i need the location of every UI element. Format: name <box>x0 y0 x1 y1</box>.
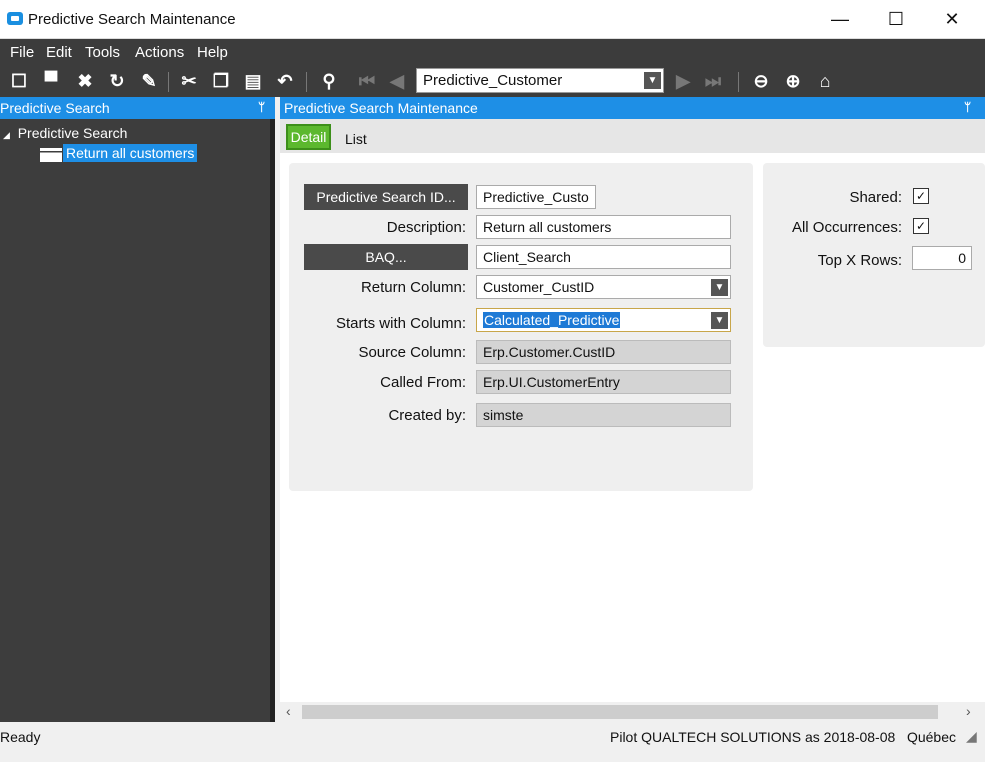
toolbar-separator <box>168 72 169 92</box>
menu-help[interactable]: Help <box>197 44 228 61</box>
close-button[interactable]: ✕ <box>924 0 980 38</box>
forward-icon[interactable]: ⊕ <box>782 70 804 92</box>
top-x-rows-field[interactable]: 0 <box>912 246 972 270</box>
tree-item-return-all-customers[interactable]: Return all customers <box>63 144 198 162</box>
left-panel-header: Predictive Search ᛘ <box>0 97 275 119</box>
last-record-icon[interactable]: ⏭ <box>702 70 724 92</box>
shared-label: Shared: <box>849 189 902 206</box>
new-icon[interactable]: ☐ <box>8 70 30 92</box>
top-x-rows-label: Top X Rows: <box>817 252 902 269</box>
right-panel-title: Predictive Search Maintenance <box>284 100 478 116</box>
toolbar-separator <box>738 72 739 92</box>
shared-checkbox[interactable]: ✓ <box>913 188 929 204</box>
pin-icon[interactable]: ᛘ <box>258 100 265 114</box>
scroll-right-icon[interactable]: › <box>966 703 971 719</box>
created-by-label: Created by: <box>388 407 466 424</box>
pin-icon[interactable]: ᛘ <box>964 100 971 114</box>
tree-panel: ◢ Predictive Search Return all customers <box>0 119 275 722</box>
clear-icon[interactable]: ✎ <box>138 70 160 92</box>
menu-edit[interactable]: Edit <box>46 44 72 61</box>
menu-actions[interactable]: Actions <box>135 44 184 61</box>
all-occurrences-label: All Occurrences: <box>791 219 902 236</box>
predictive-search-id-button[interactable]: Predictive Search ID... <box>304 184 468 210</box>
starts-with-column-combo[interactable]: Calculated_Predictive ▼ <box>476 308 731 332</box>
chevron-down-icon[interactable]: ▼ <box>711 279 728 296</box>
called-from-label: Called From: <box>380 374 466 391</box>
tree-root-node[interactable]: ◢ Predictive Search <box>3 125 127 141</box>
toolbar-separator <box>306 72 307 92</box>
starts-with-column-label: Starts with Column: <box>335 315 466 332</box>
horizontal-scrollbar[interactable]: ‹ › <box>280 702 985 722</box>
copy-icon[interactable]: ❐ <box>210 70 232 92</box>
resize-grip-icon[interactable]: ◢ <box>966 728 977 745</box>
scroll-left-icon[interactable]: ‹ <box>286 703 291 719</box>
right-panel-header: Predictive Search Maintenance ᛘ <box>280 97 985 119</box>
baq-field[interactable]: Client_Search <box>476 245 731 269</box>
menu-bar: File Edit Tools Actions Help <box>0 39 985 67</box>
title-bar: Predictive Search Maintenance — ☐ ✕ <box>0 0 985 39</box>
first-record-icon[interactable]: ⏮ <box>356 70 378 92</box>
next-record-icon[interactable]: ▶ <box>672 70 694 92</box>
baq-button[interactable]: BAQ... <box>304 244 468 270</box>
save-icon[interactable]: ▀ <box>40 70 62 92</box>
app-icon <box>7 12 23 25</box>
record-navigation-value: Predictive_Customer <box>423 72 563 89</box>
menu-tools[interactable]: Tools <box>85 44 120 61</box>
maximize-button[interactable]: ☐ <box>868 0 924 38</box>
predictive-search-id-field[interactable]: Predictive_Custo <box>476 185 596 209</box>
refresh-icon[interactable]: ↻ <box>106 70 128 92</box>
tab-detail[interactable]: Detail <box>286 124 331 150</box>
chevron-down-icon[interactable]: ▼ <box>644 72 661 89</box>
folder-icon <box>40 148 62 162</box>
left-panel-title: Predictive Search <box>0 100 110 116</box>
all-occurrences-checkbox[interactable]: ✓ <box>913 218 929 234</box>
home-icon[interactable]: ⌂ <box>814 70 836 92</box>
search-icon[interactable]: ⚲ <box>318 70 340 92</box>
return-column-value: Customer_CustID <box>483 279 595 295</box>
called-from-field: Erp.UI.CustomerEntry <box>476 370 731 394</box>
menu-file[interactable]: File <box>10 44 34 61</box>
status-text: Ready <box>0 729 41 745</box>
status-bar: Ready Pilot QUALTECH SOLUTIONS as 2018-0… <box>0 722 985 762</box>
starts-with-column-value: Calculated_Predictive <box>483 312 621 328</box>
paste-icon[interactable]: ▤ <box>242 70 264 92</box>
return-column-combo[interactable]: Customer_CustID ▼ <box>476 275 731 299</box>
created-by-field: simste <box>476 403 731 427</box>
chevron-down-icon[interactable]: ▼ <box>711 312 728 329</box>
collapse-icon[interactable]: ◢ <box>3 130 10 140</box>
back-icon[interactable]: ⊖ <box>750 70 772 92</box>
delete-icon[interactable]: ✖ <box>74 70 96 92</box>
window-title: Predictive Search Maintenance <box>28 11 236 28</box>
cut-icon[interactable]: ✂ <box>178 70 200 92</box>
tab-list[interactable]: List <box>345 131 367 147</box>
previous-record-icon[interactable]: ◀ <box>386 70 408 92</box>
scrollbar-thumb[interactable] <box>302 705 938 719</box>
undo-icon[interactable]: ↶ <box>274 70 296 92</box>
source-column-field: Erp.Customer.CustID <box>476 340 731 364</box>
return-column-label: Return Column: <box>360 279 466 296</box>
record-navigation-combo[interactable]: Predictive_Customer ▼ <box>416 68 664 93</box>
minimize-button[interactable]: — <box>812 0 868 38</box>
status-company-info: Pilot QUALTECH SOLUTIONS as 2018-08-08 Q… <box>610 729 956 745</box>
description-field[interactable]: Return all customers <box>476 215 731 239</box>
tree-root-label: Predictive Search <box>17 125 128 141</box>
source-column-label: Source Column: <box>358 344 466 361</box>
description-label: Description: <box>386 219 466 236</box>
tab-bar: Detail List <box>280 119 985 153</box>
